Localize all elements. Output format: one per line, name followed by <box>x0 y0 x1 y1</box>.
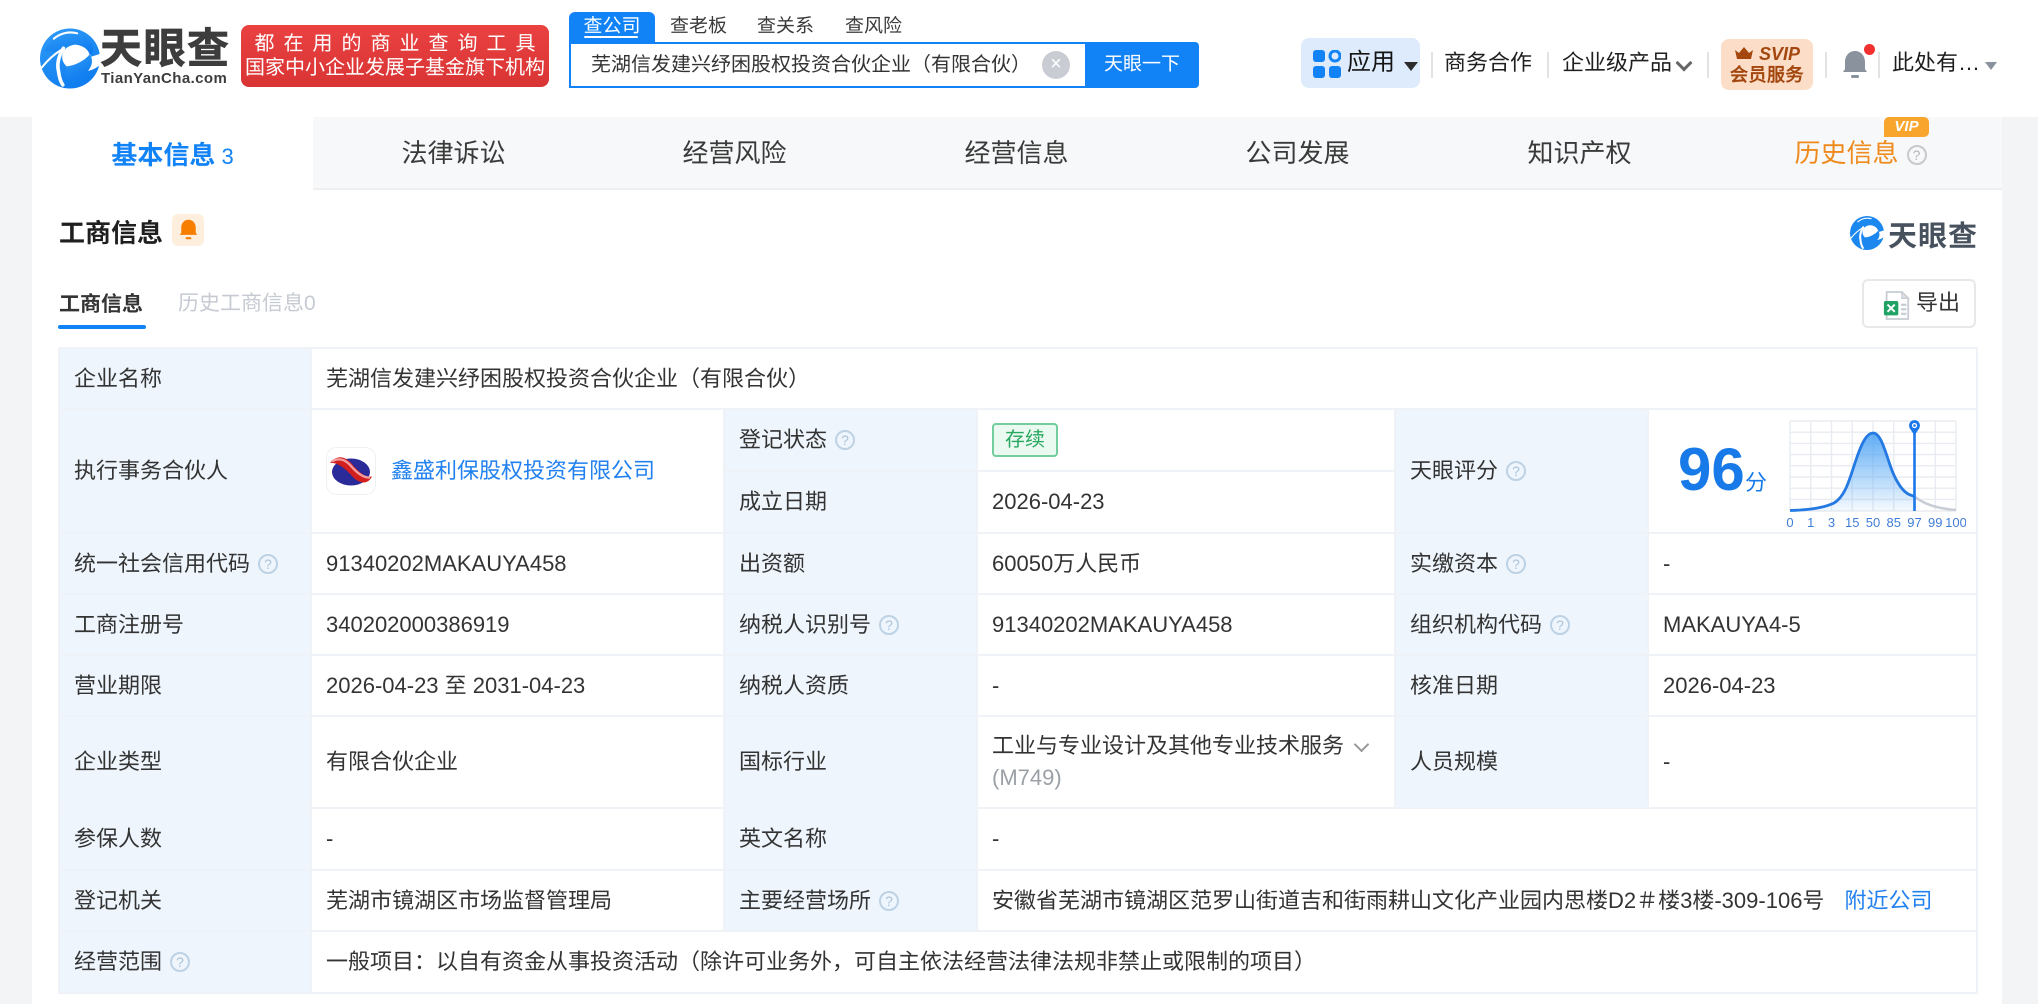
svg-text:100: 100 <box>1945 515 1966 530</box>
svg-text:97: 97 <box>1907 515 1921 530</box>
svg-text:50: 50 <box>1866 515 1880 530</box>
svg-text:85: 85 <box>1887 515 1901 530</box>
svg-text:99: 99 <box>1928 515 1942 530</box>
svg-text:1: 1 <box>1807 515 1814 530</box>
svg-text:3: 3 <box>1828 515 1835 530</box>
svg-text:15: 15 <box>1845 515 1859 530</box>
svg-text:0: 0 <box>1786 515 1793 530</box>
